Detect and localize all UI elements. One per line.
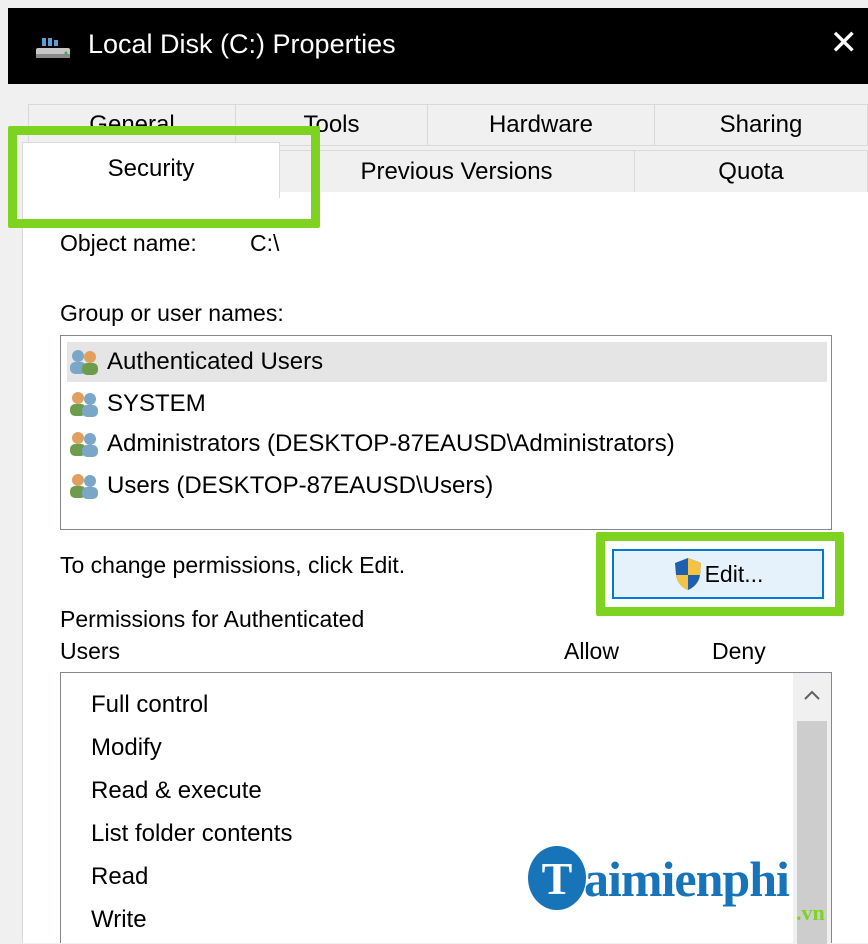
user-group-icon (70, 432, 98, 457)
watermark-text: aimienphi (584, 851, 790, 907)
user-group-icon (70, 474, 98, 499)
tab-hardware[interactable]: Hardware (427, 104, 655, 146)
tab-previous-versions-label: Previous Versions (360, 158, 553, 185)
user-name: Administrators (DESKTOP-87EAUSD\Administ… (107, 430, 675, 457)
user-name: Users (DESKTOP-87EAUSD\Users) (107, 472, 494, 499)
tab-sharing-label: Sharing (719, 111, 803, 138)
security-tab-highlight (8, 126, 320, 228)
close-icon[interactable]: ✕ (830, 26, 859, 60)
list-item[interactable]: SYSTEM (67, 384, 827, 424)
watermark-suffix: .vn (796, 900, 825, 925)
list-item[interactable]: Authenticated Users (67, 342, 827, 382)
tab-quota[interactable]: Quota (634, 150, 868, 194)
user-name: Authenticated Users (107, 348, 324, 375)
list-item: Read (91, 863, 149, 890)
object-name-label: Object name: (60, 230, 197, 256)
deny-column-header: Deny (712, 638, 766, 664)
drive-icon (36, 38, 70, 58)
user-group-icon (70, 350, 98, 375)
tab-sharing[interactable]: Sharing (654, 104, 868, 146)
tab-quota-label: Quota (718, 158, 784, 185)
scroll-up-arrow-icon[interactable] (793, 673, 831, 717)
allow-column-header: Allow (564, 638, 619, 664)
title-bar: Local Disk (C:) Properties ✕ (8, 8, 868, 84)
permissions-for-label-line2: Users (60, 638, 121, 664)
list-item: Write (91, 906, 147, 933)
group-or-user-names-label: Group or user names: (60, 300, 284, 326)
users-listbox[interactable]: Authenticated Users SYSTEM Administrator… (60, 335, 832, 530)
user-name: SYSTEM (107, 390, 206, 417)
watermark-logo-letter: T (542, 853, 573, 904)
list-item: Full control (91, 691, 209, 718)
tab-hardware-label: Hardware (488, 111, 594, 138)
tab-previous-versions[interactable]: Previous Versions (278, 150, 635, 194)
list-item[interactable]: Administrators (DESKTOP-87EAUSD\Administ… (67, 424, 827, 464)
change-permissions-hint: To change permissions, click Edit. (60, 552, 406, 578)
user-group-icon (70, 392, 98, 417)
taimienphi-watermark: T aimienphi .vn (526, 836, 856, 936)
taimienphi-logo-icon: T (528, 846, 586, 910)
list-item: List folder contents (91, 820, 293, 847)
edit-button-highlight (596, 532, 844, 616)
list-item: Modify (91, 734, 162, 761)
list-item: Read & execute (91, 777, 262, 804)
object-name-value: C:\ (250, 230, 280, 256)
window-title: Local Disk (C:) Properties (88, 29, 396, 59)
list-item[interactable]: Users (DESKTOP-87EAUSD\Users) (67, 466, 827, 506)
permissions-for-label-line1: Permissions for Authenticated (60, 606, 365, 632)
